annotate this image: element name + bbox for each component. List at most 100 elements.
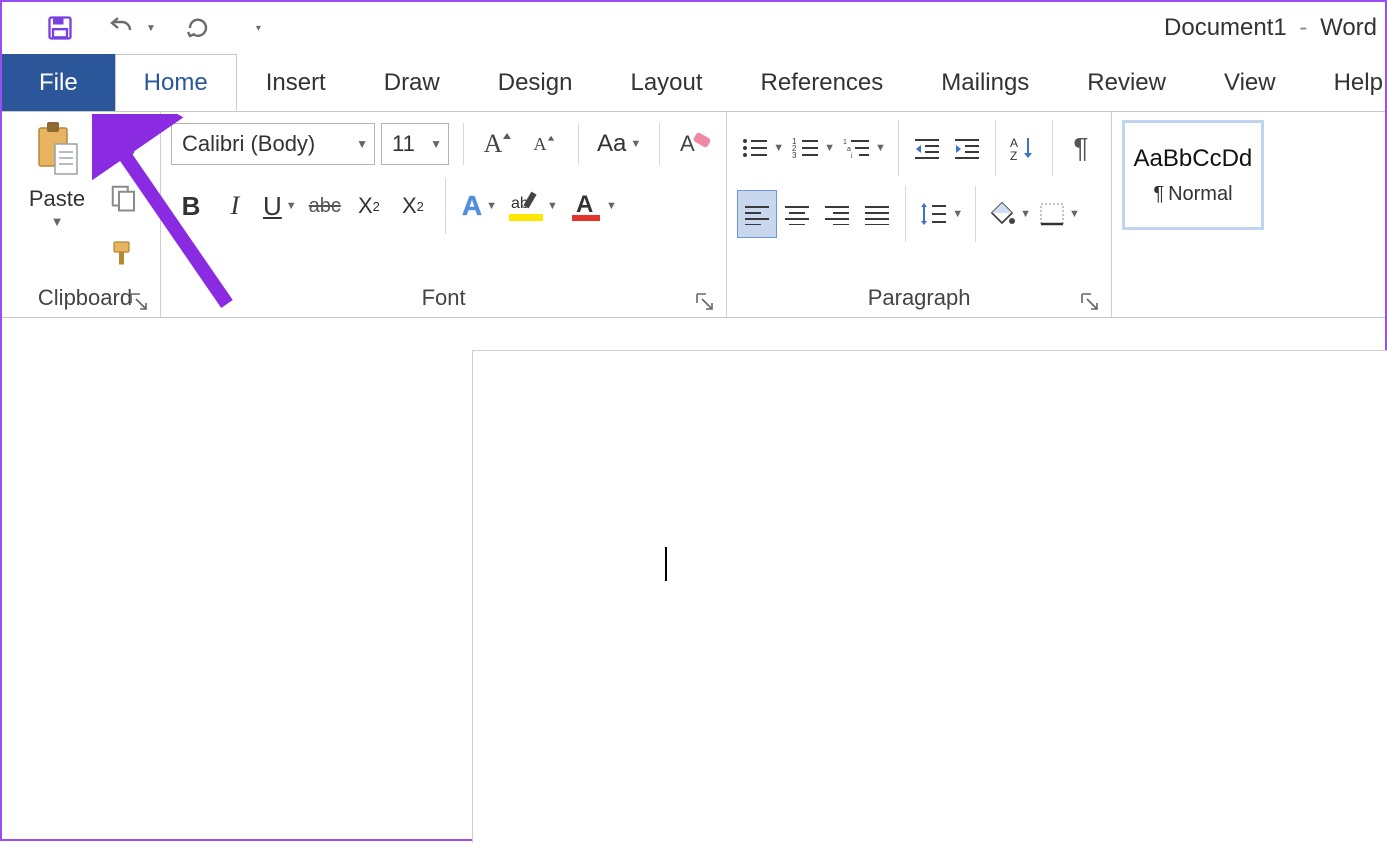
tab-review[interactable]: Review	[1058, 54, 1195, 111]
redo-icon	[184, 14, 212, 42]
copy-button[interactable]	[104, 174, 144, 222]
redo-button[interactable]	[176, 10, 220, 46]
shading-icon	[988, 201, 1016, 227]
svg-text:Z: Z	[1010, 149, 1017, 161]
cut-icon	[110, 130, 138, 158]
justify-button[interactable]	[857, 190, 897, 238]
tab-help[interactable]: Help	[1305, 54, 1387, 111]
group-font-label: Font	[422, 285, 466, 311]
strikethrough-button[interactable]: abc	[305, 182, 345, 230]
clear-formatting-icon: A	[678, 129, 712, 159]
clear-formatting-button[interactable]: A	[674, 120, 716, 168]
font-size-select[interactable]: 11▼	[381, 123, 449, 165]
window-title: Document1 - Word	[1164, 14, 1385, 42]
underline-button[interactable]: U▼	[259, 182, 301, 230]
change-case-button[interactable]: Aa ▼	[593, 120, 645, 168]
quick-access-toolbar: ▼ ▾ Document1 - Word	[2, 2, 1385, 54]
copy-icon	[109, 183, 139, 213]
shrink-font-button[interactable]: A	[524, 120, 564, 168]
font-name-select[interactable]: Calibri (Body)▼	[171, 123, 375, 165]
font-dialog-launcher[interactable]	[696, 291, 714, 309]
bold-button[interactable]: B	[171, 182, 211, 230]
strikethrough-icon: abc	[309, 195, 341, 218]
grow-font-icon: A	[484, 129, 503, 159]
format-painter-button[interactable]	[104, 228, 144, 276]
undo-button[interactable]	[100, 10, 144, 46]
font-color-button[interactable]: A ▼	[566, 182, 621, 230]
bullets-button[interactable]: ▼	[737, 124, 788, 172]
line-spacing-icon	[918, 201, 948, 227]
shading-button[interactable]: ▼	[984, 190, 1035, 238]
ribbon-tabs: File Home Insert Draw Design Layout Refe…	[2, 54, 1385, 112]
svg-text:1: 1	[843, 139, 847, 146]
justify-icon	[863, 203, 891, 225]
align-right-icon	[823, 203, 851, 225]
paste-label: Paste	[29, 186, 85, 212]
svg-text:A: A	[576, 191, 593, 218]
underline-icon: U	[263, 191, 282, 222]
align-left-icon	[743, 203, 771, 225]
sort-button[interactable]: A Z	[1004, 124, 1044, 172]
multilevel-list-button[interactable]: 1 a i ▼	[839, 124, 890, 172]
svg-text:a: a	[847, 146, 851, 153]
bold-icon: B	[182, 191, 201, 222]
pilcrow-icon: ¶	[1073, 132, 1088, 164]
font-name-value: Calibri (Body)	[182, 131, 315, 157]
tab-view[interactable]: View	[1195, 54, 1305, 111]
document-area[interactable]	[2, 320, 1385, 839]
multilevel-list-icon: 1 a i	[843, 137, 871, 159]
superscript-button[interactable]: X2	[393, 182, 433, 230]
paragraph-dialog-launcher[interactable]	[1081, 291, 1099, 309]
svg-text:A: A	[680, 131, 695, 156]
font-size-value: 11	[392, 131, 415, 157]
paste-icon	[33, 120, 81, 180]
undo-dropdown[interactable]: ▼	[144, 23, 158, 34]
align-left-button[interactable]	[737, 190, 777, 238]
align-center-icon	[783, 203, 811, 225]
customize-qat[interactable]: ▾	[254, 23, 263, 34]
tab-layout[interactable]: Layout	[601, 54, 731, 111]
svg-text:A: A	[1010, 136, 1018, 150]
tab-references[interactable]: References	[732, 54, 913, 111]
group-font: Calibri (Body)▼ 11▼ A A Aa ▼	[161, 112, 727, 317]
tab-insert[interactable]: Insert	[237, 54, 355, 111]
svg-text:i: i	[851, 153, 853, 159]
italic-button[interactable]: I	[215, 182, 255, 230]
italic-icon: I	[231, 191, 240, 221]
undo-icon	[108, 16, 136, 40]
text-cursor	[665, 547, 667, 581]
format-painter-icon	[109, 237, 139, 267]
style-normal[interactable]: AaBbCcDd ¶ Normal	[1122, 120, 1264, 230]
style-pilcrow-icon: ¶	[1153, 183, 1164, 206]
line-spacing-button[interactable]: ▼	[914, 190, 967, 238]
cut-button[interactable]	[104, 120, 144, 168]
page[interactable]	[472, 350, 1387, 843]
paste-dropdown[interactable]: ▼	[51, 214, 64, 229]
text-effects-button[interactable]: A▼	[458, 182, 501, 230]
highlight-button[interactable]: ab ▼	[505, 182, 562, 230]
align-right-button[interactable]	[817, 190, 857, 238]
tab-file[interactable]: File	[2, 54, 115, 111]
tab-mailings[interactable]: Mailings	[912, 54, 1058, 111]
style-name-text: Normal	[1168, 183, 1232, 206]
paste-button[interactable]: Paste ▼	[20, 120, 94, 229]
group-clipboard-label: Clipboard	[38, 285, 132, 311]
subscript-button[interactable]: X2	[349, 182, 389, 230]
shrink-font-icon: A	[534, 134, 547, 155]
clipboard-dialog-launcher[interactable]	[130, 291, 148, 309]
group-paragraph: ▼ 1 2 3 ▼ 1 a i ▼	[727, 112, 1112, 317]
numbering-button[interactable]: 1 2 3 ▼	[788, 124, 839, 172]
save-button[interactable]	[38, 10, 82, 46]
tab-draw[interactable]: Draw	[355, 54, 469, 111]
increase-indent-button[interactable]	[947, 124, 987, 172]
group-paragraph-label: Paragraph	[868, 285, 971, 311]
borders-button[interactable]: ▼	[1035, 190, 1084, 238]
decrease-indent-button[interactable]	[907, 124, 947, 172]
tab-home[interactable]: Home	[115, 54, 237, 111]
app-name: Word	[1320, 14, 1377, 41]
tab-design[interactable]: Design	[469, 54, 602, 111]
ribbon: Paste ▼	[2, 112, 1385, 318]
show-hide-marks-button[interactable]: ¶	[1061, 124, 1101, 172]
align-center-button[interactable]	[777, 190, 817, 238]
grow-font-button[interactable]: A	[478, 120, 518, 168]
